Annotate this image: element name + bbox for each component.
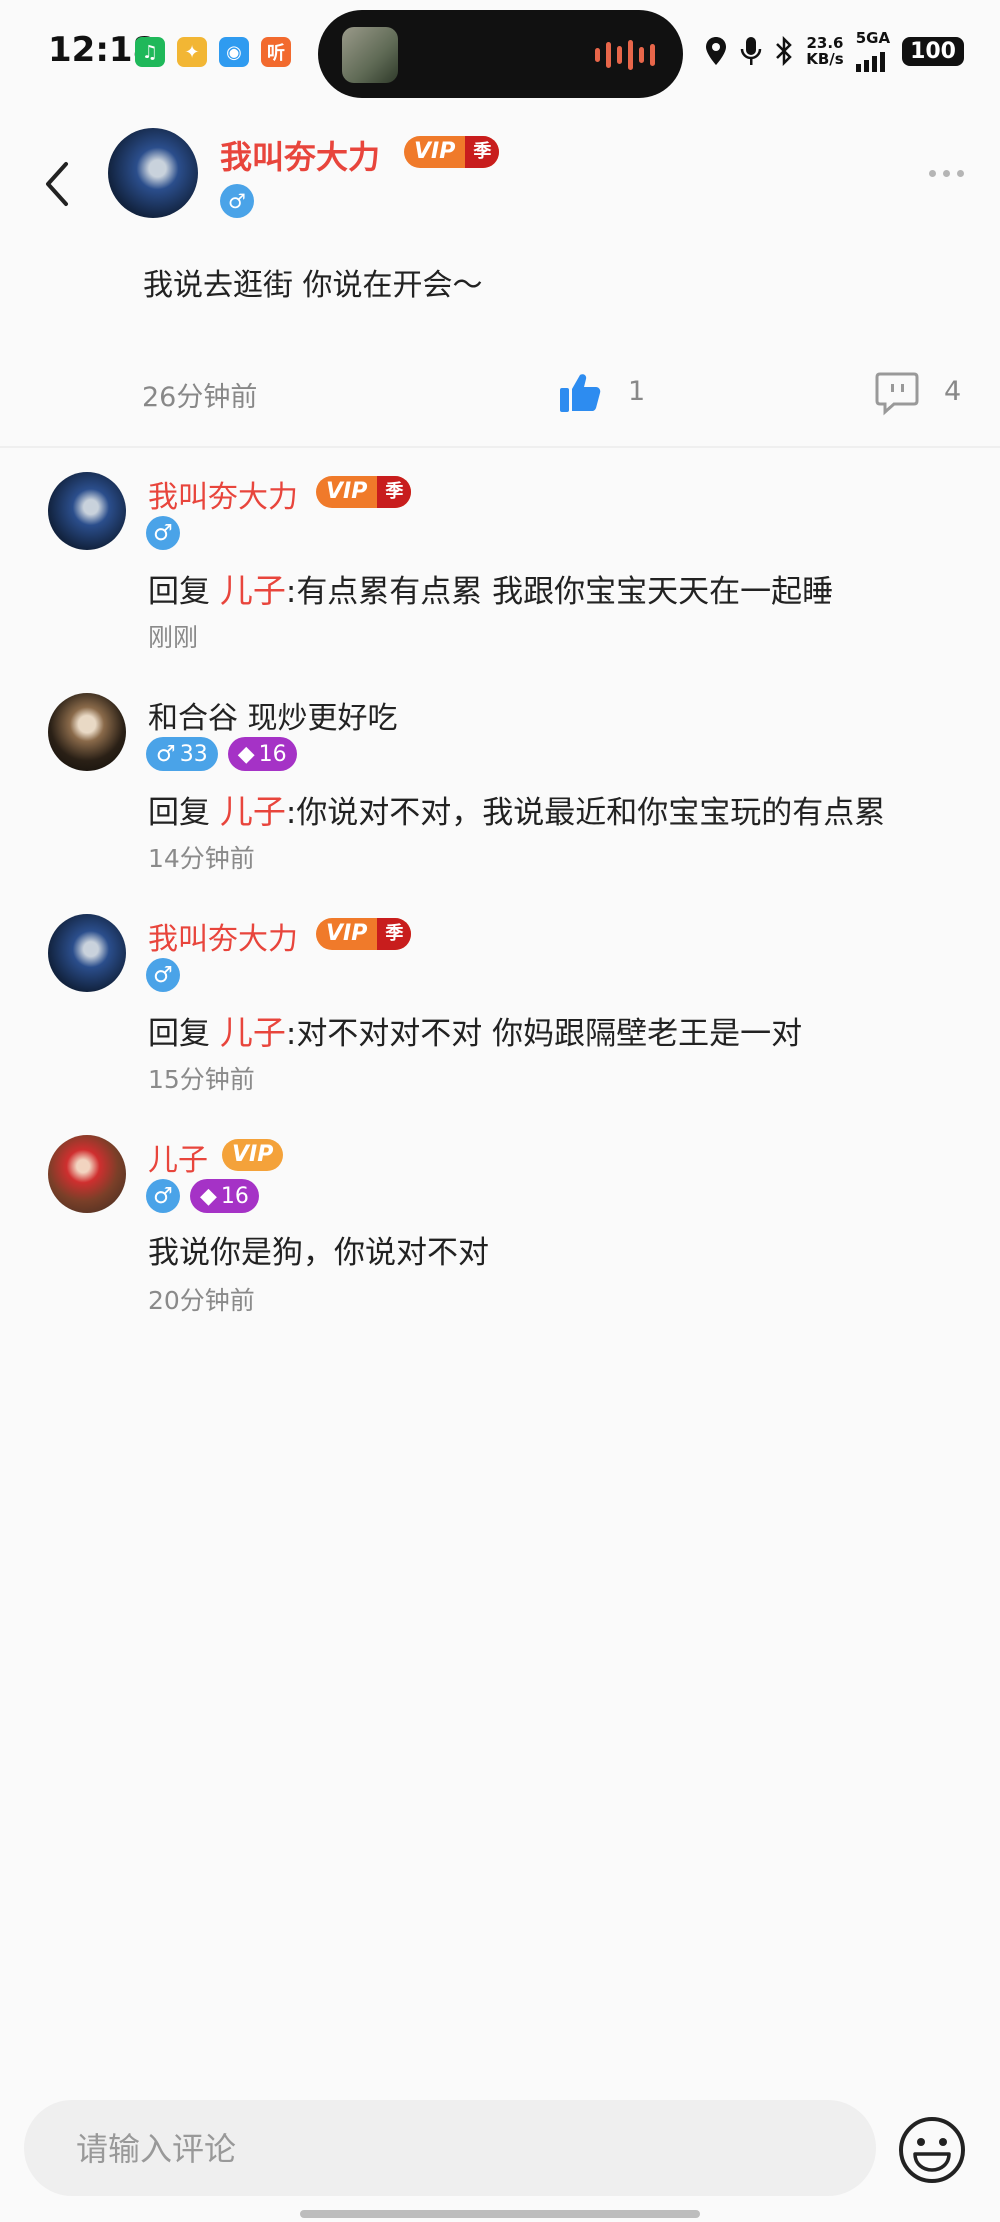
author-name[interactable]: 我叫夯大力 [220, 132, 380, 178]
vip-badge: VIP 季 [316, 918, 412, 950]
commenter-name[interactable]: 我叫夯大力 [148, 914, 298, 958]
gender-level-badge: ♂ 33 [146, 737, 218, 771]
location-icon [706, 37, 727, 65]
more-options-icon[interactable] [929, 170, 964, 177]
network-speed: 23.6 KB/s [806, 34, 844, 68]
user-badges: ♂ [146, 958, 180, 992]
home-indicator[interactable] [300, 2210, 700, 2218]
comment-icon[interactable] [874, 370, 920, 416]
commenter-name[interactable]: 我叫夯大力 [148, 472, 298, 516]
signal-bars-icon [855, 46, 890, 72]
male-gender-icon: ♂ [146, 516, 180, 550]
comment-item[interactable]: 我叫夯大力 VIP 季 ♂ 回复 儿子:有点累有点累 我跟你宝宝天天在一起睡 刚刚 [0, 472, 1000, 672]
vip-badge: VIP [222, 1139, 284, 1171]
thumbs-up-icon[interactable] [558, 370, 604, 416]
fan-level-badge: ◆ 16 [190, 1179, 259, 1213]
comment-input-bar[interactable] [24, 2100, 876, 2196]
reply-target[interactable]: 儿子 [220, 792, 286, 831]
comment-count: 4 [944, 376, 962, 407]
diamond-icon: ◆ [200, 1183, 217, 1209]
vip-badge: VIP 季 [316, 476, 412, 508]
fan-level-badge: ◆ 16 [227, 737, 297, 771]
comment-time: 14分钟前 [148, 844, 255, 873]
dynamic-island[interactable] [318, 10, 683, 98]
diamond-icon: ◆ [237, 741, 255, 767]
yellow-app-icon: ✦ [177, 37, 207, 67]
post-header: 我叫夯大力 VIP 季 ♂ [0, 120, 1000, 230]
avatar[interactable] [48, 693, 126, 771]
orange-app-icon: 听 [261, 37, 291, 67]
comment-item[interactable]: 儿子 VIP ♂ ◆ 16 我说你是狗，你说对不对 20分钟前 [0, 1135, 1000, 1335]
bluetooth-icon [776, 36, 793, 66]
comment-time: 15分钟前 [148, 1065, 255, 1094]
cellular-signal: 5GA [855, 30, 890, 72]
battery-indicator: 100 [902, 36, 964, 66]
post-time: 26分钟前 [142, 382, 258, 413]
status-bar: 12:18 ♫ ✦ ◉ 听 23.6 KB/s 5GA 100 [0, 0, 1000, 110]
reply-target[interactable]: 儿子 [220, 571, 286, 610]
comment-time: 20分钟前 [148, 1286, 255, 1315]
reply-target[interactable]: 儿子 [220, 1013, 286, 1052]
male-gender-icon: ♂ [146, 958, 180, 992]
comment-item[interactable]: 和合谷 现炒更好吃 ♂ 33 ◆ 16 回复 儿子:你说对不对，我说最近和你宝宝玩的… [0, 693, 1000, 893]
media-thumbnail [342, 27, 398, 83]
comment-text: 回复 儿子:你说对不对，我说最近和你宝宝玩的有点累 [148, 792, 886, 831]
system-status: 23.6 KB/s 5GA 100 [704, 30, 964, 72]
post-meta: 26分钟前 1 4 [0, 370, 1000, 420]
comment-time: 刚刚 [148, 623, 199, 652]
post-content: 我说去逛街 你说在开会～ [143, 268, 483, 303]
author-avatar[interactable] [108, 128, 198, 218]
comment-item[interactable]: 我叫夯大力 VIP 季 ♂ 回复 儿子:对不对对不对 你妈跟隔壁老王是一对 15分… [0, 914, 1000, 1114]
microphone-icon [740, 37, 762, 65]
blue-app-icon: ◉ [219, 37, 249, 67]
avatar[interactable] [48, 1135, 126, 1213]
vip-badge: VIP 季 [404, 136, 500, 168]
notification-icons: ♫ ✦ ◉ 听 [135, 37, 291, 67]
comment-input[interactable] [74, 2122, 838, 2176]
divider [0, 446, 1000, 448]
male-gender-icon: ♂ [156, 741, 176, 767]
back-arrow-icon[interactable] [38, 154, 78, 214]
avatar[interactable] [48, 914, 126, 992]
comment-text: 回复 儿子:有点累有点累 我跟你宝宝天天在一起睡 [148, 571, 834, 610]
male-gender-icon: ♂ [146, 1179, 180, 1213]
commenter-name[interactable]: 和合谷 现炒更好吃 [148, 693, 398, 737]
comment-text: 回复 儿子:对不对对不对 你妈跟隔壁老王是一对 [148, 1013, 803, 1052]
green-app-icon: ♫ [135, 37, 165, 67]
audio-wave-icon [595, 40, 655, 70]
like-count: 1 [628, 376, 646, 407]
user-badges: ♂ 33 ◆ 16 [146, 737, 297, 771]
emoji-icon[interactable] [898, 2116, 966, 2184]
user-badges: ♂ ◆ 16 [146, 1179, 259, 1213]
avatar[interactable] [48, 472, 126, 550]
comment-text: 我说你是狗，你说对不对 [148, 1235, 489, 1271]
user-badges: ♂ [146, 516, 180, 550]
male-gender-icon: ♂ [220, 184, 254, 218]
commenter-name[interactable]: 儿子 [148, 1135, 208, 1179]
